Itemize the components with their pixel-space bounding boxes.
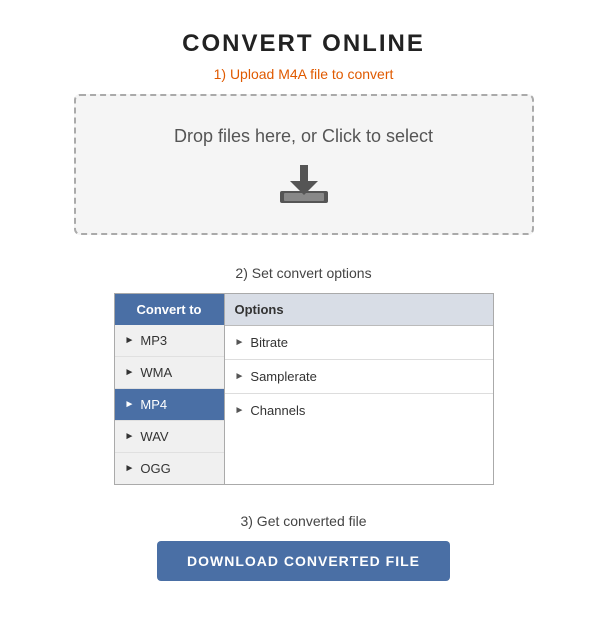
arrow-icon: ► bbox=[125, 463, 135, 474]
arrow-icon: ► bbox=[125, 335, 135, 346]
format-item-wma[interactable]: ► WMA bbox=[115, 357, 224, 389]
format-label-mp4: MP4 bbox=[140, 397, 167, 412]
step3-label: 3) Get converted file bbox=[240, 513, 366, 529]
convert-options-panel: Convert to ► MP3 ► WMA ► MP4 ► WAV ► OGG… bbox=[114, 293, 494, 485]
option-samplerate[interactable]: ► Samplerate bbox=[225, 360, 493, 394]
arrow-icon: ► bbox=[235, 405, 245, 416]
step1-label: 1) Upload M4A file to convert bbox=[214, 66, 394, 82]
dropzone-text: Drop files here, or Click to select bbox=[174, 126, 433, 147]
option-label-bitrate: Bitrate bbox=[250, 335, 288, 350]
step2-label: 2) Set convert options bbox=[235, 265, 371, 281]
format-item-mp3[interactable]: ► MP3 bbox=[115, 325, 224, 357]
options-header: Options bbox=[225, 294, 493, 326]
upload-icon bbox=[280, 163, 328, 203]
option-channels[interactable]: ► Channels bbox=[225, 394, 493, 427]
format-item-wav[interactable]: ► WAV bbox=[115, 421, 224, 453]
format-panel: Convert to ► MP3 ► WMA ► MP4 ► WAV ► OGG bbox=[115, 294, 225, 484]
options-panel: Options ► Bitrate ► Samplerate ► Channel… bbox=[225, 294, 493, 484]
arrow-icon: ► bbox=[125, 431, 135, 442]
option-label-samplerate: Samplerate bbox=[250, 369, 316, 384]
convert-to-header: Convert to bbox=[115, 294, 224, 325]
option-bitrate[interactable]: ► Bitrate bbox=[225, 326, 493, 360]
format-item-mp4[interactable]: ► MP4 bbox=[115, 389, 224, 421]
format-item-ogg[interactable]: ► OGG bbox=[115, 453, 224, 484]
arrow-icon: ► bbox=[235, 371, 245, 382]
arrow-icon: ► bbox=[235, 337, 245, 348]
format-label-mp3: MP3 bbox=[140, 333, 167, 348]
file-dropzone[interactable]: Drop files here, or Click to select bbox=[74, 94, 534, 235]
format-label-wma: WMA bbox=[140, 365, 172, 380]
format-label-wav: WAV bbox=[140, 429, 168, 444]
arrow-icon: ► bbox=[125, 399, 135, 410]
page-title: CONVERT ONLINE bbox=[182, 30, 425, 58]
arrow-icon: ► bbox=[125, 367, 135, 378]
option-label-channels: Channels bbox=[250, 403, 305, 418]
download-button[interactable]: DOWNLOAD CONVERTED FILE bbox=[157, 541, 450, 581]
format-label-ogg: OGG bbox=[140, 461, 170, 476]
